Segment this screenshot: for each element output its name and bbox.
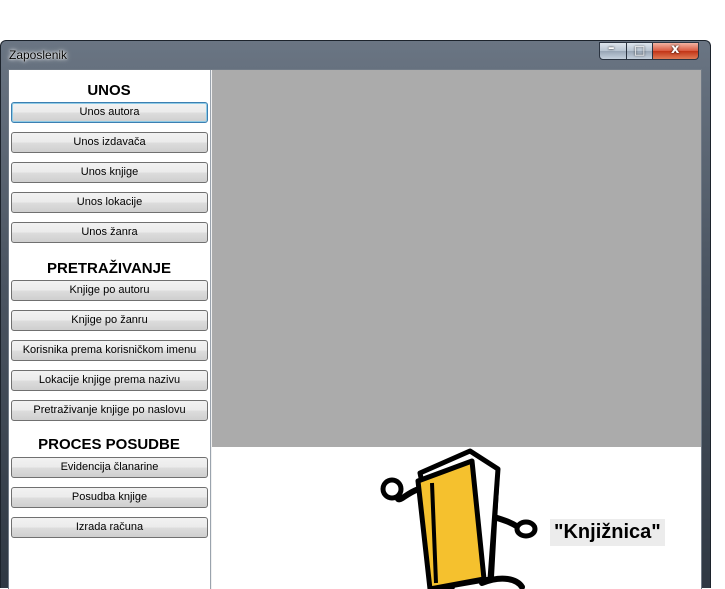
korisnika-prema-imenu-button[interactable]: Korisnika prema korisničkom imenu bbox=[11, 340, 208, 361]
section-title-pretrazivanje: PRETRAŽIVANJE bbox=[47, 260, 171, 277]
maximize-icon: □ bbox=[634, 43, 646, 57]
pretrazivanje-knjige-button[interactable]: Pretraživanje knjige po naslovu bbox=[11, 400, 208, 421]
close-button[interactable]: x bbox=[652, 42, 699, 60]
lokacije-knjige-button[interactable]: Lokacije knjige prema nazivu bbox=[11, 370, 208, 391]
unos-knjige-button[interactable]: Unos knjige bbox=[11, 162, 208, 183]
title-bar[interactable]: Zaposlenik – □ x bbox=[1, 41, 710, 69]
minimize-button[interactable]: – bbox=[599, 41, 627, 60]
knjige-po-autoru-button[interactable]: Knjige po autoru bbox=[11, 280, 208, 301]
close-icon: x bbox=[671, 42, 680, 57]
brand-label: "Knjižnica" bbox=[550, 519, 665, 546]
section-title-proces-posudbe: PROCES POSUDBE bbox=[38, 436, 180, 453]
unos-izdavaca-button[interactable]: Unos izdavača bbox=[11, 132, 208, 153]
client-area: UNOS Unos autora Unos izdavača Unos knji… bbox=[8, 69, 702, 589]
window-title: Zaposlenik bbox=[9, 48, 68, 62]
walking-book-icon bbox=[380, 448, 538, 589]
logo-area: "Knjižnica" bbox=[212, 447, 701, 589]
minimize-icon: – bbox=[608, 41, 615, 56]
izrada-racuna-button[interactable]: Izrada računa bbox=[11, 517, 208, 538]
unos-lokacije-button[interactable]: Unos lokacije bbox=[11, 192, 208, 213]
unos-zanra-button[interactable]: Unos žanra bbox=[11, 222, 208, 243]
maximize-button[interactable]: □ bbox=[626, 42, 653, 60]
app-window: Zaposlenik – □ x UNOS Unos autora Unos i… bbox=[0, 40, 711, 589]
unos-autora-button[interactable]: Unos autora bbox=[11, 102, 208, 123]
evidencija-clanarine-button[interactable]: Evidencija članarine bbox=[11, 457, 208, 478]
sidebar: UNOS Unos autora Unos izdavača Unos knji… bbox=[9, 70, 211, 589]
knjige-po-zanru-button[interactable]: Knjige po žanru bbox=[11, 310, 208, 331]
posudba-knjige-button[interactable]: Posudba knjige bbox=[11, 487, 208, 508]
content-panel bbox=[212, 70, 701, 447]
section-title-unos: UNOS bbox=[87, 82, 131, 99]
